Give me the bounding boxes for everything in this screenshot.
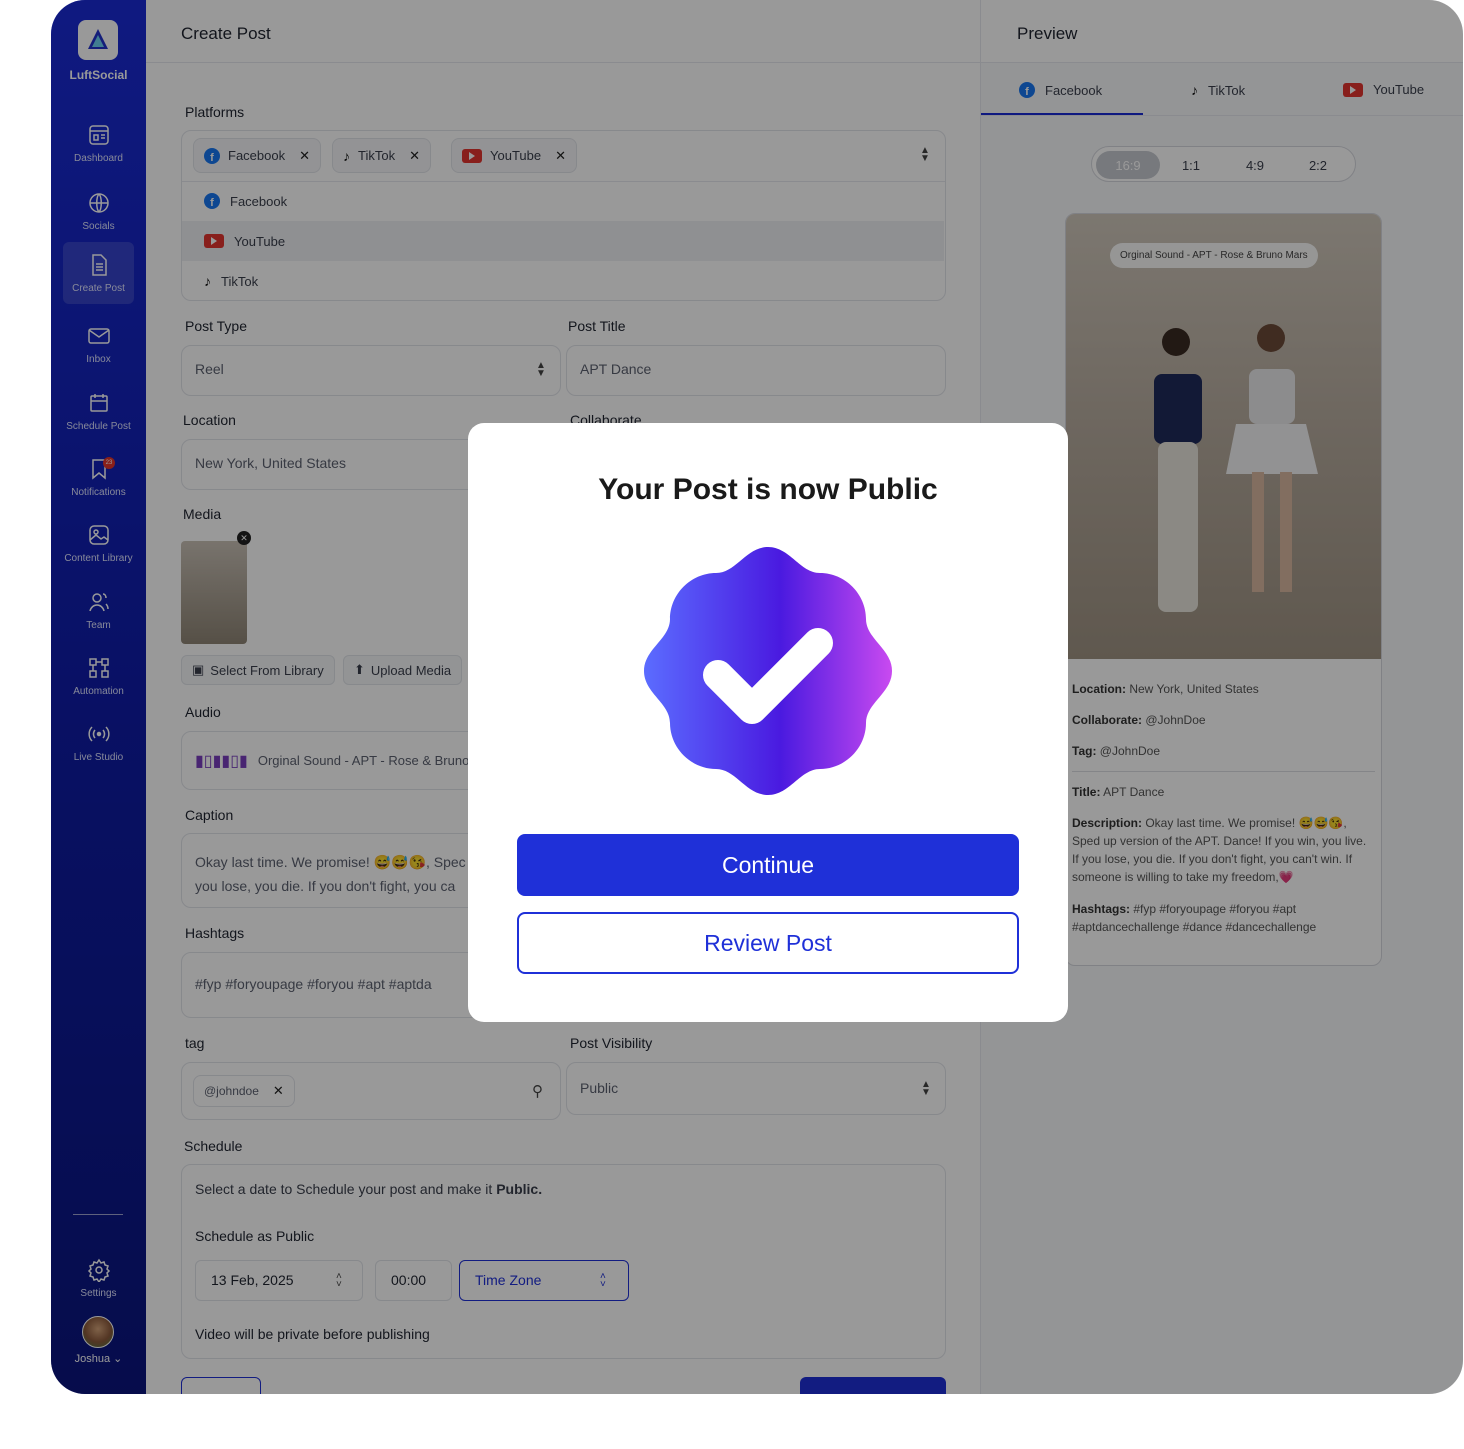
review-post-button[interactable]: Review Post xyxy=(517,912,1019,974)
continue-button[interactable]: Continue xyxy=(517,834,1019,896)
success-modal: Your Post is now Public Continue Review … xyxy=(468,423,1068,1022)
verified-badge-icon xyxy=(644,547,892,795)
modal-title: Your Post is now Public xyxy=(598,473,938,506)
